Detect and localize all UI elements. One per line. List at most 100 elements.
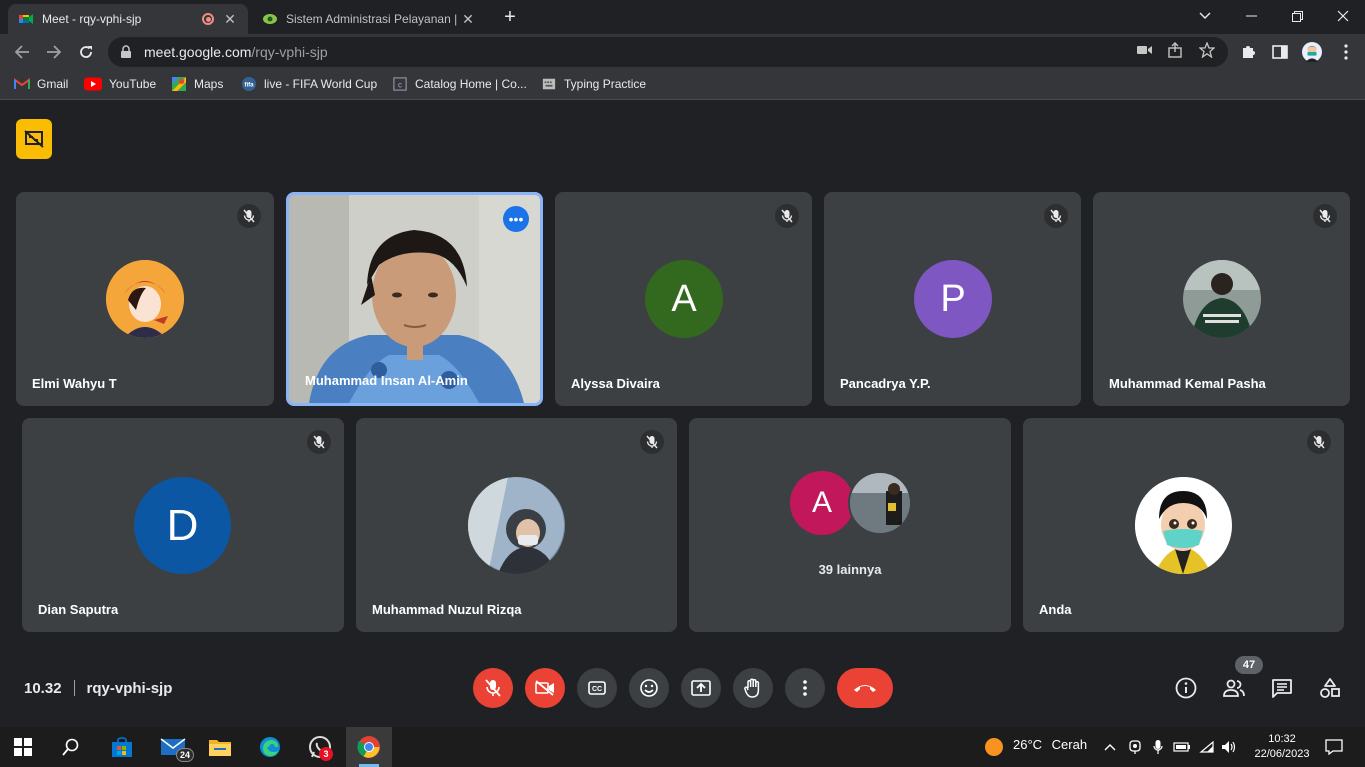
tab-sistem-administrasi[interactable]: Sistem Administrasi Pelayanan | D ✕ (252, 4, 486, 34)
volume-icon[interactable] (1220, 738, 1238, 756)
mic-off-icon (307, 430, 331, 454)
show-hidden-icons-icon[interactable] (1101, 738, 1119, 756)
browser-menu-icon[interactable] (1336, 42, 1356, 62)
tab-meet[interactable]: Meet - rqy-vphi-sjp ✕ (8, 4, 248, 34)
meeting-code: rqy-vphi-sjp (86, 680, 173, 697)
bookmark-gmail[interactable]: Gmail (14, 77, 68, 91)
weather-icon[interactable] (983, 736, 1005, 758)
camera-in-use-icon[interactable] (1136, 41, 1154, 59)
bookmark-fifa[interactable]: fifa live - FIFA World Cup (241, 77, 377, 91)
wifi-icon[interactable] (1198, 738, 1216, 756)
minimize-button[interactable] (1228, 0, 1274, 32)
reload-button[interactable] (74, 40, 98, 64)
extensions-icon[interactable] (1238, 42, 1258, 62)
youtube-icon (84, 77, 102, 91)
bookmarks-bar: Gmail YouTube Maps fifa live - FIFA Worl… (0, 70, 1365, 100)
toggle-camera-button[interactable] (525, 668, 565, 708)
raise-hand-button[interactable] (733, 668, 773, 708)
chrome-icon (357, 736, 380, 758)
mail-button[interactable]: 24 (150, 727, 196, 767)
bookmark-typing-practice[interactable]: Typing Practice (541, 77, 646, 91)
participant-tile[interactable]: Muhammad Kemal Pasha (1093, 192, 1350, 406)
battery-icon[interactable] (1173, 738, 1191, 756)
bookmark-label: Maps (194, 77, 224, 91)
search-icon (62, 738, 79, 756)
present-screen-button[interactable] (681, 668, 721, 708)
tab-search-icon[interactable] (1182, 0, 1228, 32)
store-icon (112, 737, 132, 757)
mic-off-icon (1044, 204, 1068, 228)
back-button[interactable] (10, 40, 34, 64)
participant-avatar (848, 471, 912, 535)
present-icon (691, 680, 711, 696)
svg-text:c: c (398, 81, 402, 90)
more-options-button[interactable] (785, 668, 825, 708)
microsoft-store-button[interactable] (99, 727, 145, 767)
close-window-button[interactable] (1320, 0, 1365, 32)
recording-indicator-icon (202, 13, 214, 25)
microphone-tray-icon[interactable] (1149, 738, 1167, 756)
chat-button[interactable] (1269, 675, 1295, 701)
leave-call-button[interactable] (837, 668, 893, 708)
side-panel-icon[interactable] (1270, 42, 1290, 62)
clock-date: 22/06/2023 (1254, 748, 1310, 760)
edge-button[interactable] (247, 727, 293, 767)
weather-temperature: 26°C (1013, 737, 1043, 752)
search-button[interactable] (48, 727, 94, 767)
others-count-label: 39 lainnya (818, 562, 882, 577)
participant-avatar: A (790, 471, 854, 535)
host-controls-indicator[interactable] (16, 119, 52, 159)
camera-tray-icon[interactable] (1126, 738, 1144, 756)
participant-name: Muhammad Insan Al-Amin (305, 373, 468, 388)
participant-name: Muhammad Nuzul Rizqa (372, 602, 522, 617)
chrome-button[interactable] (346, 727, 392, 767)
notifications-icon[interactable] (1324, 737, 1344, 757)
bookmark-star-icon[interactable] (1198, 41, 1216, 59)
address-bar[interactable]: meet.google.com/rqy-vphi-sjp (108, 37, 1228, 67)
profile-avatar[interactable] (1302, 42, 1322, 62)
participant-video-feed (289, 195, 540, 403)
close-tab-icon[interactable]: ✕ (460, 11, 476, 28)
people-button[interactable] (1221, 675, 1247, 701)
reactions-button[interactable] (629, 668, 669, 708)
typing-icon (542, 78, 556, 90)
meeting-details-button[interactable] (1173, 675, 1199, 701)
start-button[interactable] (0, 727, 46, 767)
maps-icon (172, 77, 186, 91)
system-clock[interactable]: 10:32 22/06/2023 (1248, 732, 1316, 762)
hand-icon (744, 678, 760, 698)
restore-button[interactable] (1274, 0, 1320, 32)
participant-tile[interactable]: A Alyssa Divaira (555, 192, 812, 406)
participant-avatar (106, 260, 184, 338)
participant-tile[interactable]: Muhammad Nuzul Rizqa (356, 418, 677, 632)
captions-button[interactable]: CC (577, 668, 617, 708)
others-tile[interactable]: A 39 lainnya (689, 418, 1011, 632)
more-vert-icon (803, 680, 807, 696)
bookmark-label: Catalog Home | Co... (415, 77, 527, 91)
chat-icon (1272, 679, 1292, 698)
weather-widget[interactable]: 26°C Cerah (1013, 737, 1087, 752)
new-tab-button[interactable]: + (498, 6, 522, 30)
bookmark-youtube[interactable]: YouTube (84, 77, 156, 91)
participant-avatar: D (134, 477, 231, 574)
forward-button[interactable] (42, 40, 66, 64)
close-tab-icon[interactable]: ✕ (222, 11, 238, 28)
activities-button[interactable] (1317, 675, 1343, 701)
meeting-info: 10.32 rqy-vphi-sjp (24, 680, 172, 697)
bookmark-catalog[interactable]: c Catalog Home | Co... (392, 77, 527, 91)
participant-tile[interactable]: P Pancadrya Y.P. (824, 192, 1081, 406)
mic-off-icon (775, 204, 799, 228)
participant-tile[interactable]: Elmi Wahyu T (16, 192, 274, 406)
participant-tile-self[interactable]: Anda (1023, 418, 1344, 632)
participant-tile-active-speaker[interactable]: ••• Muhammad Insan Al-Amin (286, 192, 543, 406)
more-options-icon[interactable]: ••• (503, 206, 529, 232)
emoji-icon (640, 679, 658, 697)
bookmark-maps[interactable]: Maps (171, 77, 223, 91)
share-icon[interactable] (1166, 41, 1184, 59)
toggle-microphone-button[interactable] (473, 668, 513, 708)
file-explorer-button[interactable] (197, 727, 243, 767)
participant-tile[interactable]: D Dian Saputra (22, 418, 344, 632)
windows-logo-icon (14, 738, 32, 756)
whatsapp-button[interactable]: 3 (297, 727, 343, 767)
site-favicon-icon (263, 14, 277, 24)
